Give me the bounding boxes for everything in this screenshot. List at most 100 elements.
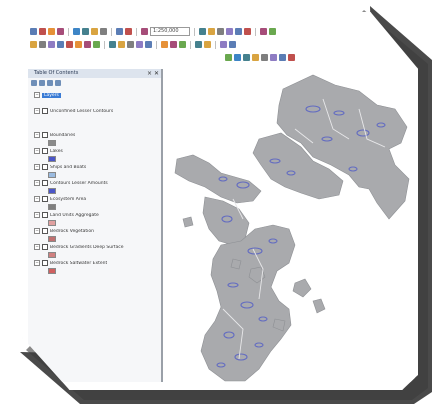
close-icon[interactable]: × ✕ — [147, 69, 159, 78]
copy-icon[interactable] — [82, 28, 89, 35]
expand-collapse-icon[interactable]: − — [34, 148, 40, 154]
layer-visibility-checkbox[interactable] — [42, 148, 48, 154]
layer-visibility-checkbox[interactable] — [42, 108, 48, 114]
select-icon[interactable] — [109, 41, 116, 48]
layer-visibility-checkbox[interactable] — [42, 132, 48, 138]
list-by-drawing-order-icon[interactable] — [31, 80, 37, 86]
island-polygon[interactable] — [230, 258, 242, 270]
layer-item[interactable]: − Land Units Aggregate — [28, 211, 162, 227]
expand-collapse-icon[interactable]: − — [34, 212, 40, 218]
layer-item[interactable]: − Bedrock Vegetation — [28, 227, 162, 243]
layer-symbol-swatch[interactable] — [48, 172, 56, 178]
toolbox-icon[interactable] — [235, 28, 242, 35]
layer-visibility-checkbox[interactable] — [42, 244, 48, 250]
rotate-icon[interactable] — [270, 54, 277, 61]
layer-symbol-swatch[interactable] — [48, 236, 56, 242]
clear-selection-icon[interactable] — [118, 41, 125, 48]
layer-label[interactable]: Bedrock Saltwater Extent — [50, 261, 107, 266]
trace-icon[interactable] — [234, 54, 241, 61]
html-popup-icon[interactable] — [170, 41, 177, 48]
hyperlink-icon[interactable] — [161, 41, 168, 48]
expand-collapse-icon[interactable]: − — [34, 132, 40, 138]
layer-label[interactable]: Ecosystem Area — [50, 197, 86, 202]
cut-polygons-icon[interactable] — [261, 54, 268, 61]
undo-icon[interactable] — [116, 28, 123, 35]
pan-icon[interactable] — [48, 41, 55, 48]
layer-item[interactable]: − Lakes — [28, 147, 162, 163]
land-polygon[interactable] — [200, 224, 296, 382]
expand-collapse-icon[interactable]: − — [34, 260, 40, 266]
back-icon[interactable] — [84, 41, 91, 48]
layer-item[interactable]: − Unconfined Lesser Contours — [28, 107, 162, 131]
scale-combo[interactable]: 1:250,000 — [150, 27, 190, 36]
layer-item[interactable]: − Ecosystem Area — [28, 195, 162, 211]
help-icon[interactable] — [269, 28, 276, 35]
draw-icon[interactable] — [220, 41, 227, 48]
list-by-source-icon[interactable] — [39, 80, 45, 86]
map-view[interactable] — [163, 69, 415, 382]
layer-item[interactable]: − Boundaries — [28, 131, 162, 147]
layer-label[interactable]: Lakes — [50, 149, 63, 154]
expand-collapse-icon[interactable]: − — [34, 92, 40, 98]
layer-visibility-checkbox[interactable] — [42, 164, 48, 170]
layer-item[interactable]: − Ships and Boats — [28, 163, 162, 179]
create-viewer-icon[interactable] — [204, 41, 211, 48]
find-icon[interactable] — [136, 41, 143, 48]
land-polygon[interactable] — [174, 154, 262, 204]
model-icon[interactable] — [260, 28, 267, 35]
layer-visibility-checkbox[interactable] — [42, 260, 48, 266]
layer-symbol-swatch[interactable] — [48, 188, 56, 194]
new-icon[interactable] — [30, 28, 37, 35]
layer-symbol-swatch[interactable] — [48, 204, 56, 210]
layer-visibility-checkbox[interactable] — [42, 180, 48, 186]
edit-vertices-icon[interactable] — [243, 54, 250, 61]
expand-collapse-icon[interactable]: − — [34, 180, 40, 186]
expand-collapse-icon[interactable]: − — [34, 164, 40, 170]
identify-icon[interactable] — [127, 41, 134, 48]
fixed-zoom-in-icon[interactable] — [66, 41, 73, 48]
cut-icon[interactable] — [73, 28, 80, 35]
redo-icon[interactable] — [125, 28, 132, 35]
text-icon[interactable] — [229, 41, 236, 48]
layer-symbol-swatch[interactable] — [48, 220, 56, 226]
forward-icon[interactable] — [93, 41, 100, 48]
snap-icon[interactable] — [225, 54, 232, 61]
island-polygon[interactable] — [292, 278, 312, 298]
layer-symbol-swatch[interactable] — [48, 252, 56, 258]
layer-symbol-swatch[interactable] — [48, 268, 56, 274]
layer-label[interactable]: Bedrock Vegetation — [50, 229, 94, 234]
layer-label[interactable]: Layers — [42, 92, 61, 98]
expand-collapse-icon[interactable]: − — [34, 108, 40, 114]
layer-label[interactable]: Unconfined Lesser Contours — [50, 109, 113, 114]
table-icon[interactable] — [208, 28, 215, 35]
layer-visibility-checkbox[interactable] — [42, 228, 48, 234]
open-icon[interactable] — [39, 28, 46, 35]
layer-visibility-checkbox[interactable] — [42, 196, 48, 202]
layer-label[interactable]: Bedrock Gradients Deep Surface — [50, 245, 124, 250]
layer-label[interactable]: Boundaries — [50, 133, 75, 138]
time-slider-icon[interactable] — [195, 41, 202, 48]
list-by-selection-icon[interactable] — [55, 80, 61, 86]
layer-label[interactable]: Land Units Aggregate — [50, 213, 99, 218]
fixed-zoom-out-icon[interactable] — [75, 41, 82, 48]
expand-collapse-icon[interactable]: − — [34, 244, 40, 250]
layer-symbol-swatch[interactable] — [48, 156, 56, 162]
go-to-xy-icon[interactable] — [179, 41, 186, 48]
catalog-icon[interactable] — [217, 28, 224, 35]
search-icon[interactable] — [226, 28, 233, 35]
zoom-out-icon[interactable] — [39, 41, 46, 48]
layer-item[interactable]: − Bedrock Gradients Deep Surface — [28, 243, 162, 259]
layer-item[interactable]: − Contours Lesser Amounts — [28, 179, 162, 195]
python-icon[interactable] — [244, 28, 251, 35]
editor-icon[interactable] — [199, 28, 206, 35]
layer-label[interactable]: Ships and Boats — [50, 165, 86, 170]
layer-symbol-swatch[interactable] — [48, 140, 56, 146]
land-polygon[interactable] — [202, 196, 250, 246]
add-data-icon[interactable] — [141, 28, 148, 35]
layer-item[interactable]: − Layers — [28, 91, 162, 107]
layer-label[interactable]: Contours Lesser Amounts — [50, 181, 108, 186]
save-icon[interactable] — [48, 28, 55, 35]
island-polygon[interactable] — [182, 216, 194, 228]
full-extent-icon[interactable] — [57, 41, 64, 48]
list-by-visibility-icon[interactable] — [47, 80, 53, 86]
